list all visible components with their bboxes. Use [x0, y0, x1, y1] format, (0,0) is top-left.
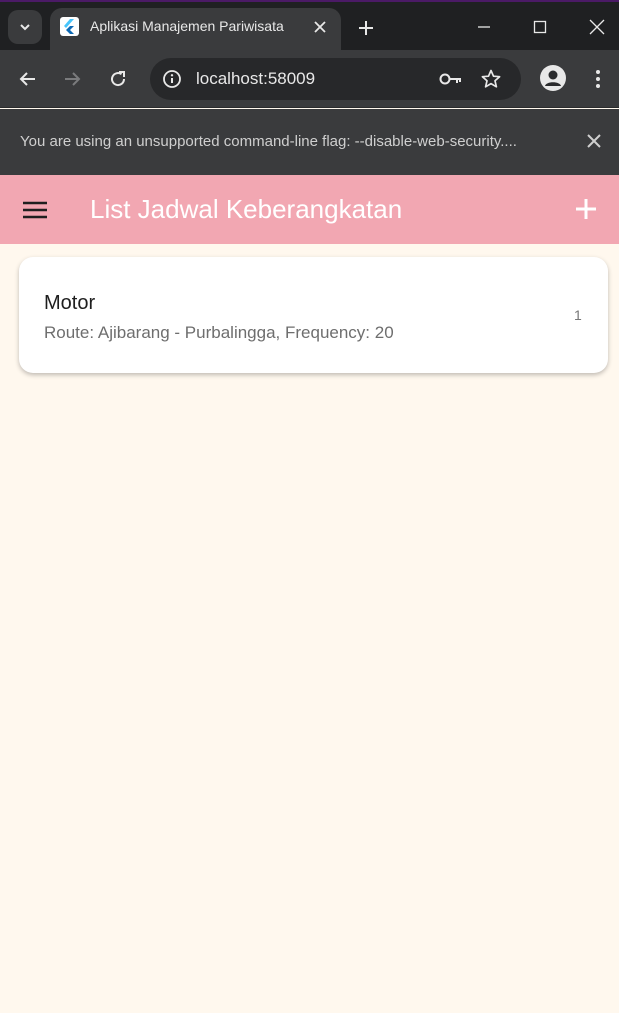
profile-button[interactable] — [540, 65, 566, 91]
site-info-button[interactable] — [160, 67, 184, 91]
add-schedule-button[interactable] — [568, 191, 604, 227]
star-icon — [481, 69, 501, 88]
url-text: localhost:58009 — [196, 69, 316, 88]
new-tab-button[interactable] — [352, 14, 380, 42]
window-close-button[interactable] — [577, 12, 617, 42]
close-icon — [314, 21, 326, 33]
reload-icon — [111, 71, 126, 87]
bookmark-button[interactable] — [479, 67, 503, 91]
close-icon — [587, 134, 601, 148]
minimize-button[interactable] — [464, 12, 504, 42]
tab-title: Aplikasi Manajemen Pariwisata — [90, 18, 284, 34]
passwords-button[interactable] — [439, 67, 463, 91]
flutter-icon — [60, 17, 79, 36]
maximize-button[interactable] — [520, 12, 560, 42]
back-arrow-icon — [19, 72, 35, 86]
chevron-down-icon — [20, 24, 30, 31]
infobar: You are using an unsupported command-lin… — [0, 109, 619, 175]
browser-toolbar: localhost:58009 — [0, 50, 619, 108]
more-vert-icon — [596, 70, 600, 88]
schedule-list-item[interactable]: Motor Route: Ajibarang - Purbalingga, Fr… — [19, 257, 608, 373]
browser-tab[interactable]: Aplikasi Manajemen Pariwisata — [50, 8, 341, 52]
page-title: List Jadwal Keberangkatan — [90, 194, 403, 224]
key-icon — [439, 73, 461, 85]
address-bar[interactable]: localhost:58009 — [150, 58, 521, 100]
maximize-icon — [533, 20, 547, 34]
plus-icon — [359, 21, 373, 35]
app-bar: List Jadwal Keberangkatan — [0, 175, 619, 244]
schedule-trailing-number: 1 — [574, 307, 582, 323]
forward-button[interactable] — [56, 63, 88, 95]
close-icon — [589, 19, 605, 35]
schedule-subtitle: Route: Ajibarang - Purbalingga, Frequenc… — [44, 323, 394, 342]
browser-tabstrip: Aplikasi Manajemen Pariwisata — [0, 0, 619, 52]
back-button[interactable] — [12, 63, 44, 95]
info-icon — [163, 70, 181, 88]
profile-icon — [545, 70, 561, 86]
tab-close-button[interactable] — [309, 16, 331, 38]
tab-search-button[interactable] — [8, 10, 42, 44]
schedule-title: Motor — [44, 292, 96, 314]
browser-menu-button[interactable] — [586, 63, 610, 95]
infobar-close-button[interactable] — [582, 129, 606, 153]
infobar-message: You are using an unsupported command-lin… — [20, 133, 517, 150]
minimize-icon — [478, 26, 490, 28]
drawer-menu-button[interactable] — [18, 195, 52, 225]
add-icon — [576, 199, 596, 219]
forward-arrow-icon — [65, 72, 81, 86]
menu-icon — [23, 201, 47, 219]
reload-button[interactable] — [102, 63, 134, 95]
